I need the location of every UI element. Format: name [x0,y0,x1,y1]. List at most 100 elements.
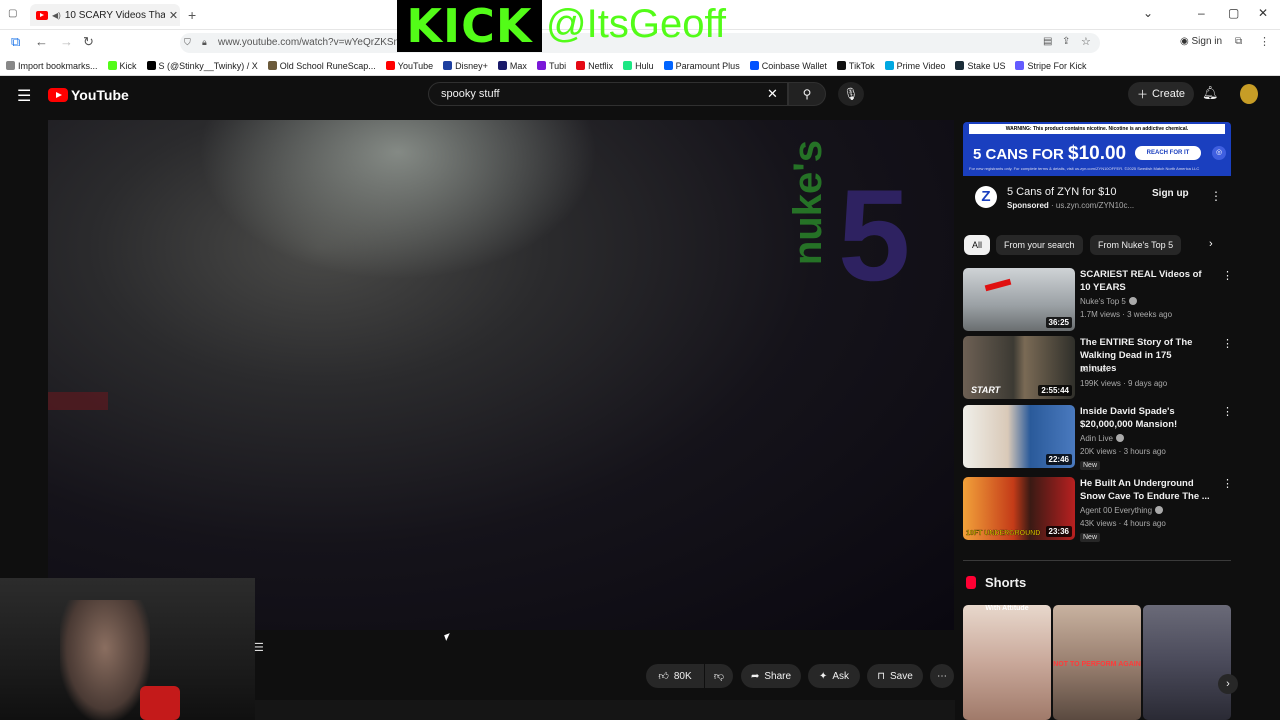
new-tab-button[interactable]: + [188,7,196,23]
rec-channel[interactable]: Nuke's Top 5 [1080,297,1137,306]
voice-search-button[interactable]: 🎙︎ [838,82,864,106]
rec-menu-icon[interactable]: ⋮ [1222,269,1233,282]
sidebar-icon[interactable]: ⧉ [11,34,20,50]
back-icon[interactable]: ← [35,34,48,49]
bookmark-item[interactable]: Paramount Plus [663,60,740,71]
more-actions-button[interactable]: ⋯ [930,664,954,688]
ask-button[interactable]: ✦ Ask [808,664,860,688]
rec-thumbnail[interactable]: 22:46 [963,405,1075,468]
browser-menu-icon[interactable]: ⋮ [1259,35,1270,48]
bookmark-item[interactable]: Prime Video [884,61,945,71]
bookmark-item[interactable]: Netflix [576,61,613,71]
bookmark-item[interactable]: Stake US [955,61,1005,71]
speaker-icon: ◀) [52,10,61,20]
lock-icon[interactable]: 🔒︎ [202,37,207,48]
search-button[interactable]: ⚲ [788,82,826,106]
tab-close-icon[interactable]: ✕ [169,9,178,22]
bookmark-item[interactable]: Import bookmarks... [6,61,98,71]
ad-fine-print: For new registrants only. For complete t… [969,166,1200,171]
rec-meta: 1.7M views · 3 weeks ago [1080,310,1173,319]
rec-thumbnail[interactable]: 36:25 [963,268,1075,331]
forward-icon[interactable]: → [60,34,73,49]
video-player[interactable]: nuke's 5 [48,120,954,630]
bookmark-item[interactable]: Kick [107,61,137,71]
video-watermark: nuke's [786,140,830,266]
bookmark-item[interactable]: TikTok [836,61,875,71]
chip-from-nukes-top-5[interactable]: From Nuke's Top 5 [1090,235,1182,255]
bookmark-item[interactable]: Hulu [623,61,654,71]
shorts-next-button[interactable]: › [1218,674,1238,694]
like-button[interactable]: 👍︎ 80K [646,664,704,688]
bookmarks-bar: Import bookmarks... Kick S (@Stinky__Twink… [0,56,1280,76]
ad-more-icon[interactable]: ⋮ [1210,189,1222,203]
shield-icon[interactable]: ⛉ [184,37,191,48]
chip-all[interactable]: All [964,235,991,255]
favorite-star-icon[interactable]: ☆ [1081,35,1091,48]
share-button[interactable]: ➦ Share [741,664,801,688]
youtube-logo[interactable]: YouTube [48,87,129,103]
create-button[interactable]: ＋ Create [1128,82,1194,106]
bookmark-label: Hulu [635,60,654,71]
short-card[interactable]: NOT TO PERFORM AGAIN [1053,605,1141,720]
reload-icon[interactable]: ↻ [83,34,94,50]
rec-meta: 20K views · 3 hours ago [1080,447,1166,456]
save-button[interactable]: ⊓ Save [867,664,923,688]
rec-channel[interactable]: Adin Live [1080,434,1124,443]
zyn-logo-icon[interactable]: Z [975,186,997,208]
rec-thumbnail[interactable]: 10FT UNDERGROUND 23:36 [963,477,1075,540]
chevron-right-icon[interactable]: › [1209,238,1213,250]
short-card[interactable]: With Attitude [963,605,1051,720]
clear-search-icon[interactable]: ✕ [767,86,778,102]
reader-icon[interactable]: ▤ [1043,36,1052,47]
browser-sign-in[interactable]: ◉ Sign in [1180,36,1222,47]
bookmark-item[interactable]: Stripe For Kick [1015,61,1086,71]
rec-menu-icon[interactable]: ⋮ [1222,477,1233,490]
ad-brand-badge-icon: ◎ [1212,146,1226,160]
bookmark-item[interactable]: Old School RuneScap... [267,61,376,71]
rec-menu-icon[interactable]: ⋮ [1222,405,1233,418]
rec-title[interactable]: SCARIEST REAL Videos of 10 YEARS [1080,268,1210,294]
bookmark-label: Import bookmarks... [18,60,98,71]
account-icon: ◉ [1180,36,1189,47]
user-avatar[interactable] [1240,84,1258,104]
short-card[interactable] [1143,605,1231,720]
bookmark-item[interactable]: S (@Stinky__Twinky) / X [146,61,258,71]
hamburger-menu-icon[interactable]: ☰ [17,86,31,106]
bookmark-item[interactable]: Max [497,60,527,71]
search-input[interactable]: spooky stuff [428,82,788,106]
tab-search-icon[interactable]: ⌄ [1143,6,1153,20]
extensions-icon[interactable]: ⧉ [1235,36,1242,47]
chip-from-your-search[interactable]: From your search [996,235,1083,255]
webcam-red-object [140,686,180,720]
minimize-icon[interactable]: – [1198,6,1205,20]
bookmark-item[interactable]: Coinbase Wallet [749,61,827,71]
maximize-icon[interactable]: ▢ [1228,6,1239,20]
rec-title[interactable]: Inside David Spade's $20,000,000 Mansion… [1080,405,1210,431]
video-frame-light [198,120,598,280]
dislike-button[interactable]: 👎︎ [705,664,733,688]
notifications-bell-icon[interactable]: 🔔︎ [1202,85,1219,101]
rec-channel[interactable]: JarToon [1080,365,1108,374]
webcam-face [60,600,150,720]
ad-title[interactable]: 5 Cans of ZYN for $10 [1007,186,1116,198]
bookmark-label: Paramount Plus [675,60,740,71]
rec-thumbnail[interactable]: START 2:55:44 [963,336,1075,399]
browser-tab[interactable]: ◀) 10 SCARY Videos That Are I ✕ [30,4,180,26]
rec-title[interactable]: He Built An Underground Snow Cave To End… [1080,477,1210,503]
bookmark-item[interactable]: YouTube [385,61,433,71]
thumbs-up-icon: 👍︎ [658,671,669,682]
rec-channel[interactable]: Agent 00 Everything [1080,506,1164,515]
ad-signup-button[interactable]: Sign up [1152,188,1189,199]
close-window-icon[interactable]: ✕ [1258,6,1268,20]
create-label: Create [1151,88,1186,100]
bookmark-item[interactable]: Tubi [536,61,566,71]
tab-actions-icon[interactable]: ▢ [8,8,17,19]
rec-menu-icon[interactable]: ⋮ [1222,337,1233,350]
bookmark-label: Stripe For Kick [1027,60,1087,71]
bookmark-label: Max [509,60,527,71]
bookmark-item[interactable]: Disney+ [443,61,488,71]
bookmark-favicon-icon [955,61,965,70]
rec-channel-name: Agent 00 Everything [1080,506,1153,515]
share-page-icon[interactable]: ⇪ [1062,36,1070,47]
ad-reach-button[interactable]: REACH FOR IT [1135,146,1201,160]
